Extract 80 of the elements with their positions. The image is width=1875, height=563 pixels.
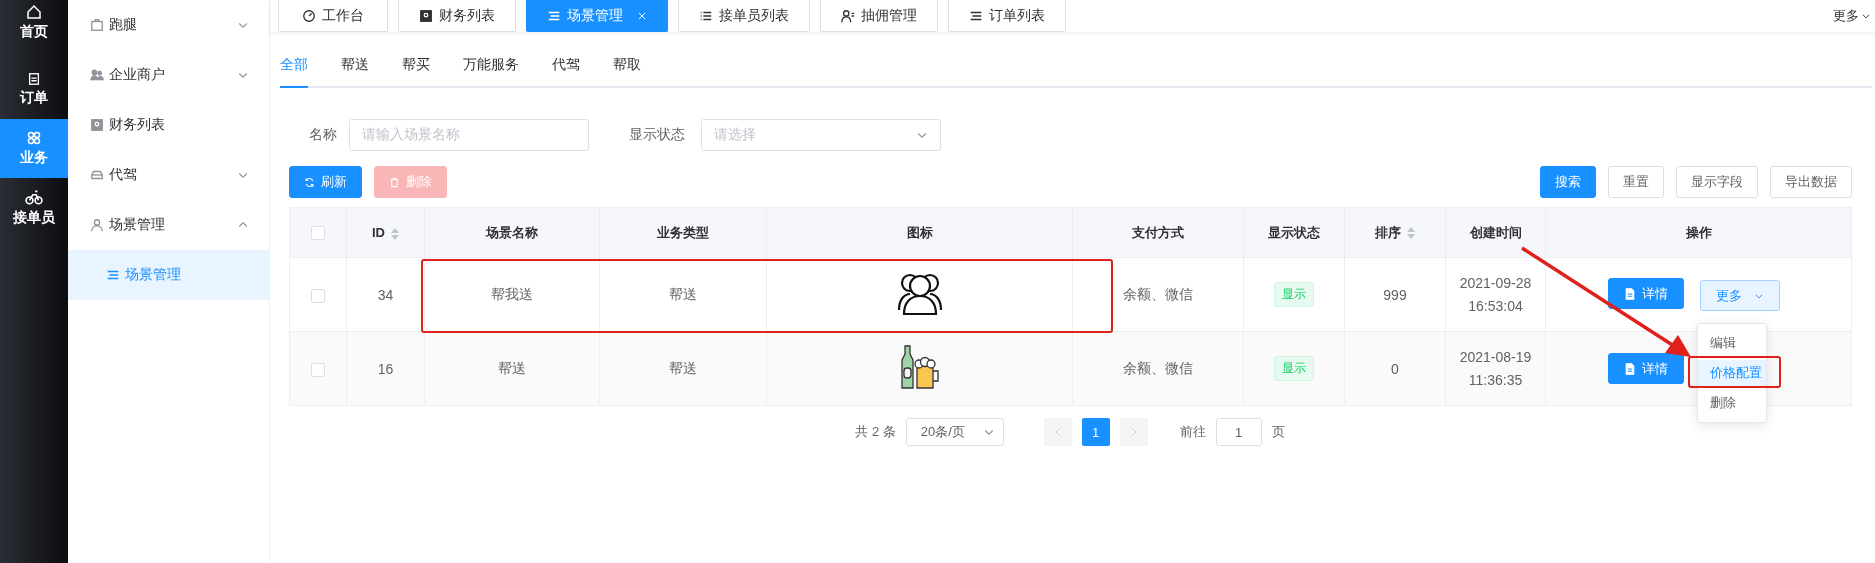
sidebar-item[interactable]: 企业商户 [68,50,269,100]
more-tabs-button[interactable]: 更多 [1833,7,1871,25]
category-tab[interactable]: 代驾 [552,44,580,88]
users-icon [90,68,104,82]
category-tab[interactable]: 帮取 [613,44,641,88]
trash-icon [389,176,400,188]
car-icon [90,168,104,182]
close-icon [637,10,647,21]
checkbox[interactable] [311,288,325,303]
id-card-icon [419,8,433,23]
nav-item[interactable]: 接单员 [0,178,68,237]
page-tab[interactable]: 抽佣管理 [820,0,938,32]
table-cell: 帮送 [669,359,697,376]
column-header: 排序 [1375,224,1401,240]
list-icon [106,268,120,282]
column-header: ID [372,225,385,240]
column-header: 支付方式 [1132,224,1184,240]
goto-page-input[interactable]: 1 [1215,418,1262,446]
status-tag: 显示 [1274,356,1314,381]
sidebar-item[interactable]: 跑腿 [68,0,269,50]
table-cell: 帮送 [669,285,697,302]
table-cell: 34 [377,286,394,303]
user-list-icon [841,8,855,23]
page-tab[interactable]: 订单列表 [948,0,1066,32]
table-cell-text: 2021-08-19 11:36:35 [1459,347,1532,390]
id-card-icon [90,118,104,132]
toolbar-button[interactable]: 导出数据 [1770,166,1852,198]
bag-icon [90,18,104,32]
category-tab[interactable]: 帮买 [402,44,430,88]
toolbar-button[interactable]: 重置 [1608,166,1664,198]
sort-icon[interactable] [391,227,399,240]
sidebar-item[interactable]: 场景管理 [68,200,269,250]
table-cell-text: 2021-09-28 16:53:04 [1459,273,1532,316]
refresh-icon [304,176,315,188]
sort-icon[interactable] [1407,227,1415,240]
page-tab[interactable]: 工作台 [278,0,388,32]
column-header: 场景名称 [486,224,538,240]
table-cell: 999 [1383,286,1407,303]
document-icon [1624,362,1636,375]
sidebar-item[interactable]: 财务列表 [68,100,269,150]
category-tab[interactable]: 万能服务 [463,44,519,88]
checkbox[interactable] [311,226,325,241]
table-cell: 0 [1391,360,1399,377]
page-tab[interactable]: 接单员列表 [678,0,810,32]
column-header: 图标 [906,224,933,240]
prev-page-button[interactable] [1043,418,1072,446]
total-count: 共 2 条 [855,423,896,441]
grid-icon [26,130,42,146]
next-page-button[interactable] [1119,418,1148,446]
nav-item[interactable]: 首页 [0,0,68,60]
nav-item[interactable]: 订单 [0,60,68,119]
field-label: 显示状态 [629,126,685,144]
column-header: 显示状态 [1268,224,1320,240]
document-icon [27,72,41,86]
status-tag: 显示 [1274,282,1314,307]
column-header: 业务类型 [657,224,709,240]
table-cell: 余额、微信 [1123,285,1193,302]
table-cell: 帮送 [498,359,526,376]
chevron-down-icon [1861,11,1871,21]
category-tab[interactable]: 帮送 [341,44,369,88]
table-cell: 帮我送 [491,285,533,302]
page-size-select[interactable]: 20条/页 [905,418,1004,446]
document-icon [1624,287,1636,300]
goto-label: 前往 [1179,423,1206,441]
menu-item[interactable]: 编辑 [1698,330,1766,356]
field-label: 名称 [309,126,337,144]
menu-item[interactable]: 删除 [1698,390,1766,416]
sidebar-item[interactable]: 代驾 [68,150,269,200]
column-header: 操作 [1685,224,1712,240]
bicycle-icon [25,188,43,206]
page-suffix: 页 [1271,423,1285,441]
toolbar-button[interactable]: 显示字段 [1676,166,1758,198]
checkbox[interactable] [311,362,325,377]
column-header: 创建时间 [1469,224,1522,240]
table-cell: 16 [377,360,394,377]
user-icon [90,218,104,232]
table-cell: 余额、微信 [1123,359,1193,376]
dashboard-icon [302,8,316,23]
home-icon [26,4,42,20]
page-tab[interactable]: 财务列表 [398,0,516,32]
